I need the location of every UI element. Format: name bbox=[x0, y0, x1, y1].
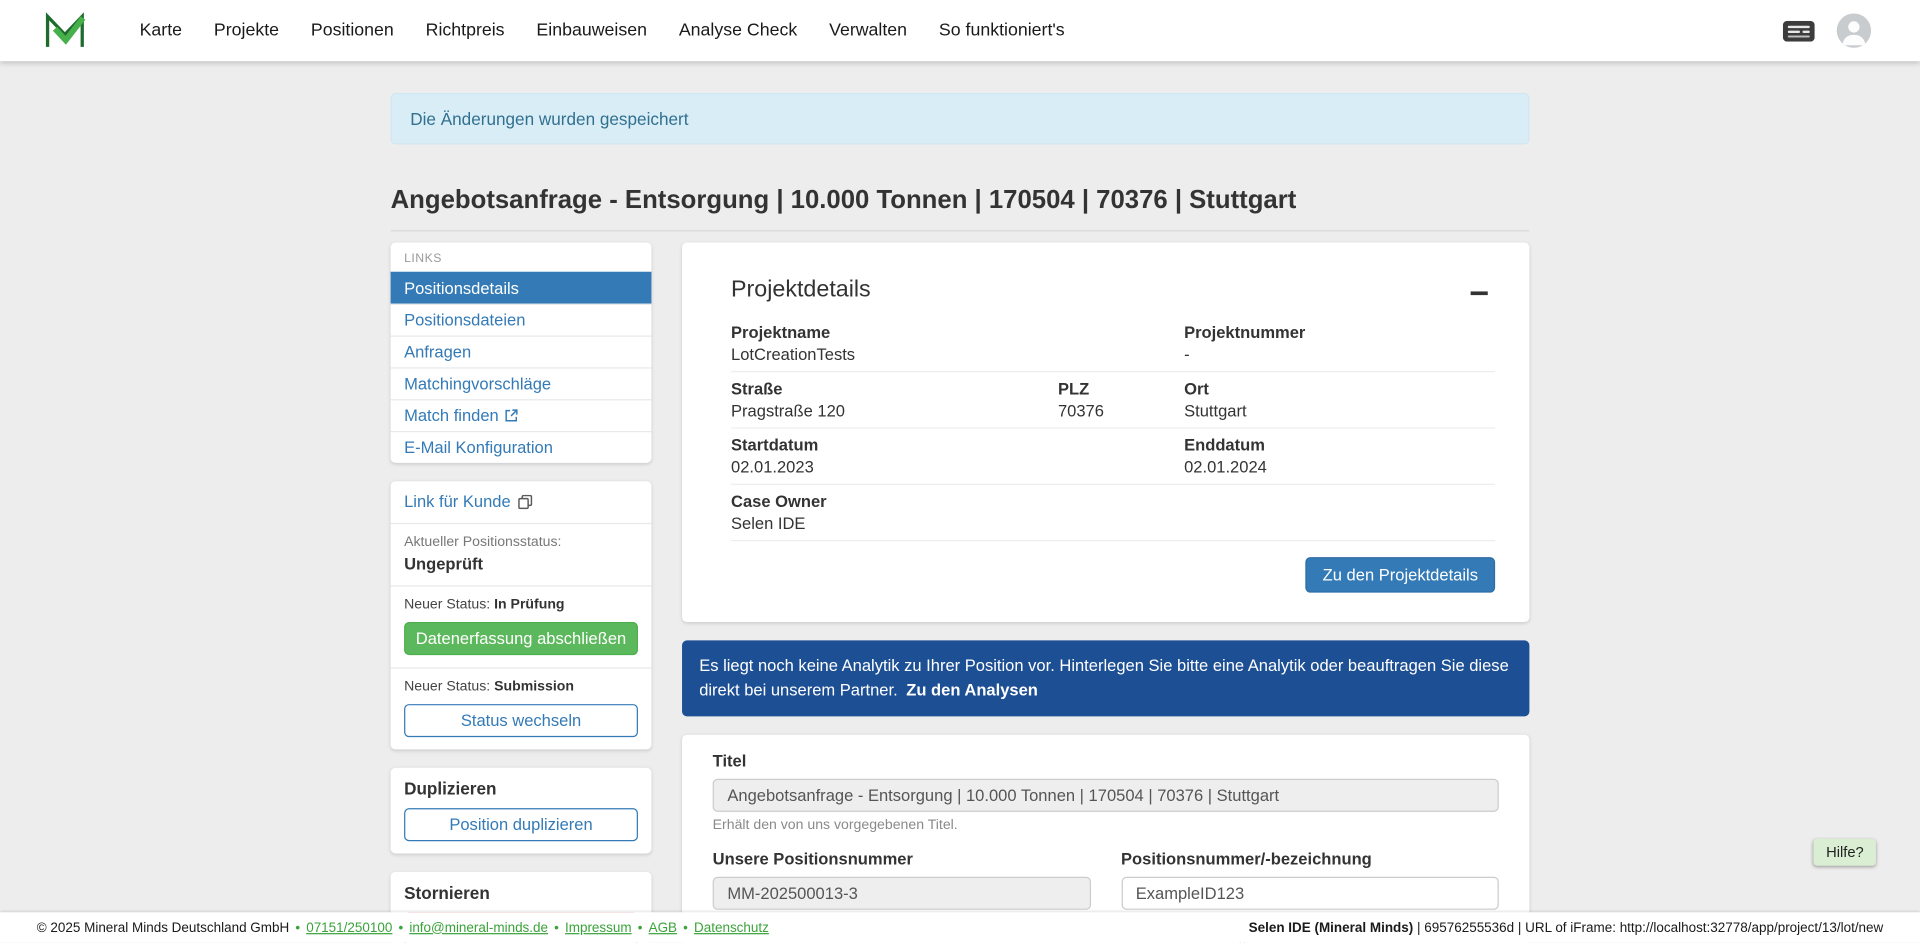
project-details-title: Projektdetails bbox=[731, 277, 871, 304]
collapse-icon[interactable] bbox=[1471, 284, 1488, 301]
analytics-banner: Es liegt noch keine Analytik zu Ihrer Po… bbox=[682, 640, 1529, 716]
agb-link[interactable]: AGB bbox=[649, 920, 677, 935]
mineral-minds-logo-icon bbox=[44, 12, 86, 50]
keyboard-icon[interactable] bbox=[1783, 20, 1815, 41]
new-status-1: Neuer Status: In Prüfung bbox=[404, 598, 638, 613]
alert-message: Die Änderungen wurden gespeichert bbox=[410, 109, 688, 129]
nav-item-verwalten[interactable]: Verwalten bbox=[829, 21, 907, 41]
main-column: Projektdetails Projektname LotCreationTe… bbox=[682, 242, 1529, 942]
sidebar-item-label: Match finden bbox=[404, 407, 499, 425]
current-status-value: Ungeprüft bbox=[404, 555, 638, 573]
separator-dot: • bbox=[638, 920, 643, 935]
separator-dot: • bbox=[295, 920, 300, 935]
app-root: Karte Projekte Positionen Richtpreis Ein… bbox=[0, 0, 1920, 943]
field-strasse: Straße Pragstraße 120 bbox=[731, 380, 1058, 420]
field-projektnummer: Projektnummer - bbox=[1184, 323, 1495, 363]
new-status-1-value: In Prüfung bbox=[494, 598, 564, 613]
nav-item-positionen[interactable]: Positionen bbox=[311, 21, 394, 41]
sidebar-item-anfragen[interactable]: Anfragen bbox=[391, 336, 652, 368]
detail-row: Straße Pragstraße 120 PLZ 70376 Ort Stut… bbox=[731, 372, 1495, 428]
titel-helper: Erhält den von uns vorgegebenen Titel. bbox=[713, 818, 1499, 833]
person-icon bbox=[1837, 13, 1871, 47]
separator-dot: • bbox=[683, 920, 688, 935]
go-to-project-details-button[interactable]: Zu den Projektdetails bbox=[1306, 557, 1496, 593]
page-footer: © 2025 Mineral Minds Deutschland GmbH • … bbox=[0, 912, 1920, 943]
sidebar-item-matchingvorschlaege[interactable]: Matchingvorschläge bbox=[391, 367, 652, 399]
finish-data-entry-button[interactable]: Datenerfassung abschließen bbox=[404, 622, 638, 655]
page-title: Angebotsanfrage - Entsorgung | 10.000 To… bbox=[391, 186, 1530, 215]
project-details-card: Projektdetails Projektname LotCreationTe… bbox=[682, 242, 1529, 622]
session-details: | 69576255536d | URL of iFrame: http://l… bbox=[1417, 920, 1883, 935]
phone-link[interactable]: 07151/250100 bbox=[306, 920, 392, 935]
new-status-2-value: Submission bbox=[494, 680, 574, 695]
session-user: Selen IDE (Mineral Minds) bbox=[1249, 920, 1414, 935]
user-avatar[interactable] bbox=[1837, 13, 1871, 47]
sidebar-item-email-konfiguration[interactable]: E-Mail Konfiguration bbox=[391, 431, 652, 463]
sidebar-links-card: LINKS Positionsdetails Positionsdateien … bbox=[391, 242, 652, 462]
navbar-right bbox=[1783, 13, 1871, 47]
nav-item-analyse-check[interactable]: Analyse Check bbox=[679, 21, 797, 41]
field-enddatum: Enddatum 02.01.2024 bbox=[1184, 436, 1495, 476]
main-nav: Karte Projekte Positionen Richtpreis Ein… bbox=[140, 21, 1065, 41]
field-plz: PLZ 70376 bbox=[1058, 380, 1184, 420]
brand-logo[interactable] bbox=[44, 12, 86, 50]
field-projektname: Projektname LotCreationTests bbox=[731, 323, 1184, 363]
sidebar-item-positionsdateien[interactable]: Positionsdateien bbox=[391, 304, 652, 336]
nav-item-so-funktionierts[interactable]: So funktioniert's bbox=[939, 21, 1065, 41]
new-status-2: Neuer Status: Submission bbox=[404, 680, 638, 695]
field-startdatum: Startdatum 02.01.2023 bbox=[731, 436, 1184, 476]
status-card: Link für Kunde Aktueller Positionsstatus… bbox=[391, 481, 652, 749]
titel-label: Titel bbox=[713, 752, 1499, 770]
detail-row: Startdatum 02.01.2023 Enddatum 02.01.202… bbox=[731, 429, 1495, 485]
nav-item-einbauweisen[interactable]: Einbauweisen bbox=[536, 21, 647, 41]
detail-row: Projektname LotCreationTests Projektnumm… bbox=[731, 316, 1495, 372]
external-link-icon bbox=[505, 409, 518, 422]
duplicate-card: Duplizieren Position duplizieren bbox=[391, 768, 652, 854]
nav-item-projekte[interactable]: Projekte bbox=[214, 21, 279, 41]
separator-dot: • bbox=[398, 920, 403, 935]
duplicate-position-button[interactable]: Position duplizieren bbox=[404, 808, 638, 841]
sidebar-item-match-finden[interactable]: Match finden bbox=[391, 399, 652, 431]
field-case-owner: Case Owner Selen IDE bbox=[731, 492, 1495, 532]
analytics-message: Es liegt noch keine Analytik zu Ihrer Po… bbox=[699, 656, 1509, 699]
sidebar-links-header: LINKS bbox=[391, 242, 652, 271]
duplicate-title: Duplizieren bbox=[404, 779, 638, 799]
impressum-link[interactable]: Impressum bbox=[565, 920, 632, 935]
separator-dot: • bbox=[554, 920, 559, 935]
position-number-label: Positionsnummer/-bezeichnung bbox=[1121, 850, 1499, 868]
title-divider bbox=[391, 230, 1530, 231]
field-ort: Ort Stuttgart bbox=[1184, 380, 1495, 420]
our-number-label: Unsere Positionsnummer bbox=[713, 850, 1091, 868]
footer-left: © 2025 Mineral Minds Deutschland GmbH • … bbox=[37, 920, 769, 935]
current-status-label: Aktueller Positionsstatus: bbox=[404, 535, 638, 550]
position-number-input[interactable] bbox=[1121, 877, 1499, 910]
page-container: Die Änderungen wurden gespeichert Angebo… bbox=[391, 93, 1530, 943]
footer-session-info: Selen IDE (Mineral Minds) | 69576255536d… bbox=[1249, 920, 1884, 935]
customer-link[interactable]: Link für Kunde bbox=[404, 492, 638, 510]
customer-link-label: Link für Kunde bbox=[404, 492, 511, 510]
nav-item-karte[interactable]: Karte bbox=[140, 21, 182, 41]
switch-status-button[interactable]: Status wechseln bbox=[404, 704, 638, 737]
email-link[interactable]: info@mineral-minds.de bbox=[409, 920, 548, 935]
datenschutz-link[interactable]: Datenschutz bbox=[694, 920, 769, 935]
go-to-analyses-link[interactable]: Zu den Analysen bbox=[906, 681, 1038, 699]
sidebar-item-positionsdetails[interactable]: Positionsdetails bbox=[391, 272, 652, 304]
copy-icon bbox=[518, 494, 533, 509]
top-navbar: Karte Projekte Positionen Richtpreis Ein… bbox=[0, 0, 1920, 61]
titel-input bbox=[713, 779, 1499, 812]
sidebar: LINKS Positionsdetails Positionsdateien … bbox=[391, 242, 652, 942]
project-details-fields: Projektname LotCreationTests Projektnumm… bbox=[731, 316, 1495, 541]
success-alert: Die Änderungen wurden gespeichert bbox=[391, 93, 1530, 144]
cancel-title: Stornieren bbox=[404, 883, 638, 903]
nav-item-richtpreis[interactable]: Richtpreis bbox=[426, 21, 505, 41]
detail-row: Case Owner Selen IDE bbox=[731, 485, 1495, 541]
our-number-input bbox=[713, 877, 1091, 910]
copyright-text: © 2025 Mineral Minds Deutschland GmbH bbox=[37, 920, 289, 935]
help-button[interactable]: Hilfe? bbox=[1814, 839, 1876, 866]
